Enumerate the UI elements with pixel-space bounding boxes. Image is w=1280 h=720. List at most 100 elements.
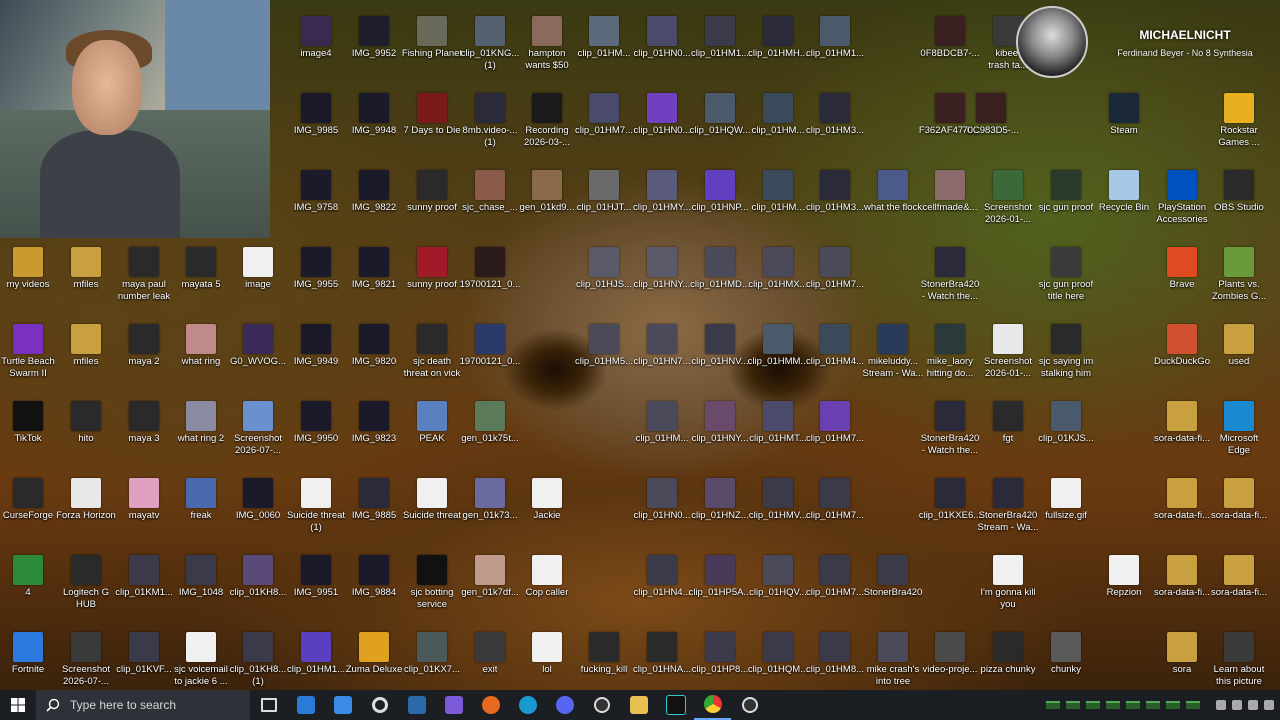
- desktop-icon-label: sora-data-fi...: [1211, 587, 1267, 598]
- file-thumbnail-icon: [993, 478, 1023, 508]
- taskbar-discord[interactable]: [546, 690, 583, 720]
- taskbar-settings[interactable]: [361, 690, 398, 720]
- desktop-icon-label: Plants vs. Zombies G...: [1211, 279, 1267, 302]
- task-view-button[interactable]: [250, 690, 287, 720]
- taskbar-obs-2[interactable]: [731, 690, 768, 720]
- desktop-icon[interactable]: chunky: [1030, 632, 1102, 676]
- audio-meter-segment: [1126, 701, 1140, 709]
- desktop-icon-label: DuckDuckGo: [1154, 356, 1210, 367]
- desktop-icon-label: IMG_9955: [293, 279, 339, 290]
- desktop-icon-label: hito: [78, 433, 94, 444]
- desktop-icon[interactable]: OBS Studio: [1203, 170, 1275, 214]
- desktop-icon-label: chunky: [1050, 664, 1082, 675]
- file-thumbnail-icon: [71, 324, 101, 354]
- windows-logo-icon: [11, 698, 25, 712]
- file-thumbnail-icon: [532, 478, 562, 508]
- desktop-icon[interactable]: fullsize.gif: [1030, 478, 1102, 522]
- desktop-icon[interactable]: 19700121_0...: [454, 324, 526, 368]
- desktop-icon-label: sjc gun proof: [1038, 202, 1094, 213]
- file-thumbnail-icon: [417, 16, 447, 46]
- desktop-icon-label: clip_01HNV...: [691, 356, 749, 367]
- notification-icon[interactable]: [1264, 700, 1274, 710]
- file-thumbnail-icon: [1167, 478, 1197, 508]
- desktop-icon-label: mike crash's into tree: [866, 664, 920, 687]
- desktop-icon[interactable]: sjc gun proof title here: [1030, 247, 1102, 303]
- chevron-up-icon[interactable]: [1216, 700, 1226, 710]
- desktop-icon[interactable]: Learn about this picture: [1203, 632, 1275, 688]
- start-button[interactable]: [0, 690, 36, 720]
- desktop-icon[interactable]: used: [1203, 324, 1275, 368]
- desktop-icon-label: clip_01HN7...: [633, 356, 691, 367]
- file-thumbnail-icon: [993, 324, 1023, 354]
- file-thumbnail-icon: [705, 170, 735, 200]
- desktop-icon-label: Turtle Beach Swarm II: [1, 356, 55, 379]
- volume-icon[interactable]: [1248, 700, 1258, 710]
- folder-icon: [629, 696, 648, 714]
- taskbar-firefox[interactable]: [472, 690, 509, 720]
- chrome-icon: [703, 695, 722, 713]
- desktop-icon[interactable]: sora-data-fi...: [1203, 555, 1275, 599]
- desktop-icon[interactable]: StonerBra420: [857, 555, 929, 599]
- now-playing-track: Ferdinand Beyer - No 8 Synthesia: [1117, 48, 1253, 58]
- taskbar-tiktok[interactable]: [657, 690, 694, 720]
- desktop-icon[interactable]: clip_01HM7...: [799, 401, 871, 445]
- desktop-icon[interactable]: Rockstar Games ...: [1203, 93, 1275, 149]
- desktop-icon[interactable]: clip_01HM7...: [799, 247, 871, 291]
- desktop-icon[interactable]: I'm gonna kill you: [972, 555, 1044, 611]
- taskbar-mail[interactable]: [324, 690, 361, 720]
- taskbar-chrome[interactable]: [694, 690, 731, 720]
- desktop-icon-label: StonerBra420 - Watch the...: [920, 279, 980, 302]
- desktop-icon-label: sjc death threat on vick: [403, 356, 461, 379]
- taskbar-search[interactable]: [36, 690, 250, 720]
- desktop-icon[interactable]: sjc saying im stalking him: [1030, 324, 1102, 380]
- desktop-icon[interactable]: Cop caller: [511, 555, 583, 599]
- desktop-icon[interactable]: 70C983D5-...: [955, 93, 1027, 137]
- desktop-icon[interactable]: sora-data-fi...: [1203, 478, 1275, 522]
- desktop-icon-label: clip_01HMD...: [690, 279, 750, 290]
- desktop-icon[interactable]: clip_01HM3...: [799, 93, 871, 137]
- file-thumbnail-icon: [647, 170, 677, 200]
- file-thumbnail-icon: [417, 247, 447, 277]
- desktop-icon-label: Jackie: [533, 510, 561, 521]
- desktop-icon-label: mayatv: [128, 510, 160, 521]
- file-thumbnail-icon: [417, 401, 447, 431]
- taskbar-explorer[interactable]: [620, 690, 657, 720]
- desktop-icon[interactable]: Plants vs. Zombies G...: [1203, 247, 1275, 303]
- taskbar-store[interactable]: [287, 690, 324, 720]
- file-thumbnail-icon: [243, 401, 273, 431]
- network-icon[interactable]: [1232, 700, 1242, 710]
- desktop-icon-label: Logitech G HUB: [63, 587, 109, 610]
- desktop-icon-label: IMG_9985: [293, 125, 339, 136]
- desktop-icon[interactable]: clip_01HM7...: [799, 478, 871, 522]
- desktop-icon-label: clip_01HM1...: [286, 664, 346, 675]
- file-thumbnail-icon: [359, 632, 389, 662]
- desktop-icon-label: 70C983D5-...: [962, 125, 1019, 136]
- file-thumbnail-icon: [1167, 247, 1197, 277]
- desktop-icon[interactable]: StonerBra420 - Watch the...: [914, 247, 986, 303]
- file-thumbnail-icon: [589, 16, 619, 46]
- file-thumbnail-icon: [243, 632, 273, 662]
- desktop-icon-label: IMG_9950: [293, 433, 339, 444]
- desktop-icon-label: IMG_9951: [293, 587, 339, 598]
- desktop-icon[interactable]: gen_01k75t...: [454, 401, 526, 445]
- desktop-icon[interactable]: Steam: [1088, 93, 1160, 137]
- taskbar-obs[interactable]: [583, 690, 620, 720]
- desktop-icon-label: sunny proof: [407, 202, 457, 213]
- file-thumbnail-icon: [705, 632, 735, 662]
- desktop-icon-label: what ring: [181, 356, 221, 367]
- taskbar-edge[interactable]: [509, 690, 546, 720]
- search-input[interactable]: [68, 697, 242, 713]
- file-thumbnail-icon: [1109, 170, 1139, 200]
- desktop-icon[interactable]: clip_01HM1...: [799, 16, 871, 60]
- file-thumbnail-icon: [705, 324, 735, 354]
- desktop-icon[interactable]: clip_01KJS...: [1030, 401, 1102, 445]
- desktop-icon[interactable]: Microsoft Edge: [1203, 401, 1275, 457]
- desktop-icon[interactable]: 19700121_0...: [454, 247, 526, 291]
- desktop-icon-label: sora-data-fi...: [1154, 510, 1210, 521]
- taskbar-app-purple[interactable]: [435, 690, 472, 720]
- file-thumbnail-icon: [301, 247, 331, 277]
- desktop-icon[interactable]: Jackie: [511, 478, 583, 522]
- desktop-icon-label: clip_01HM5...: [574, 356, 634, 367]
- taskbar-steam[interactable]: [398, 690, 435, 720]
- file-thumbnail-icon: [301, 16, 331, 46]
